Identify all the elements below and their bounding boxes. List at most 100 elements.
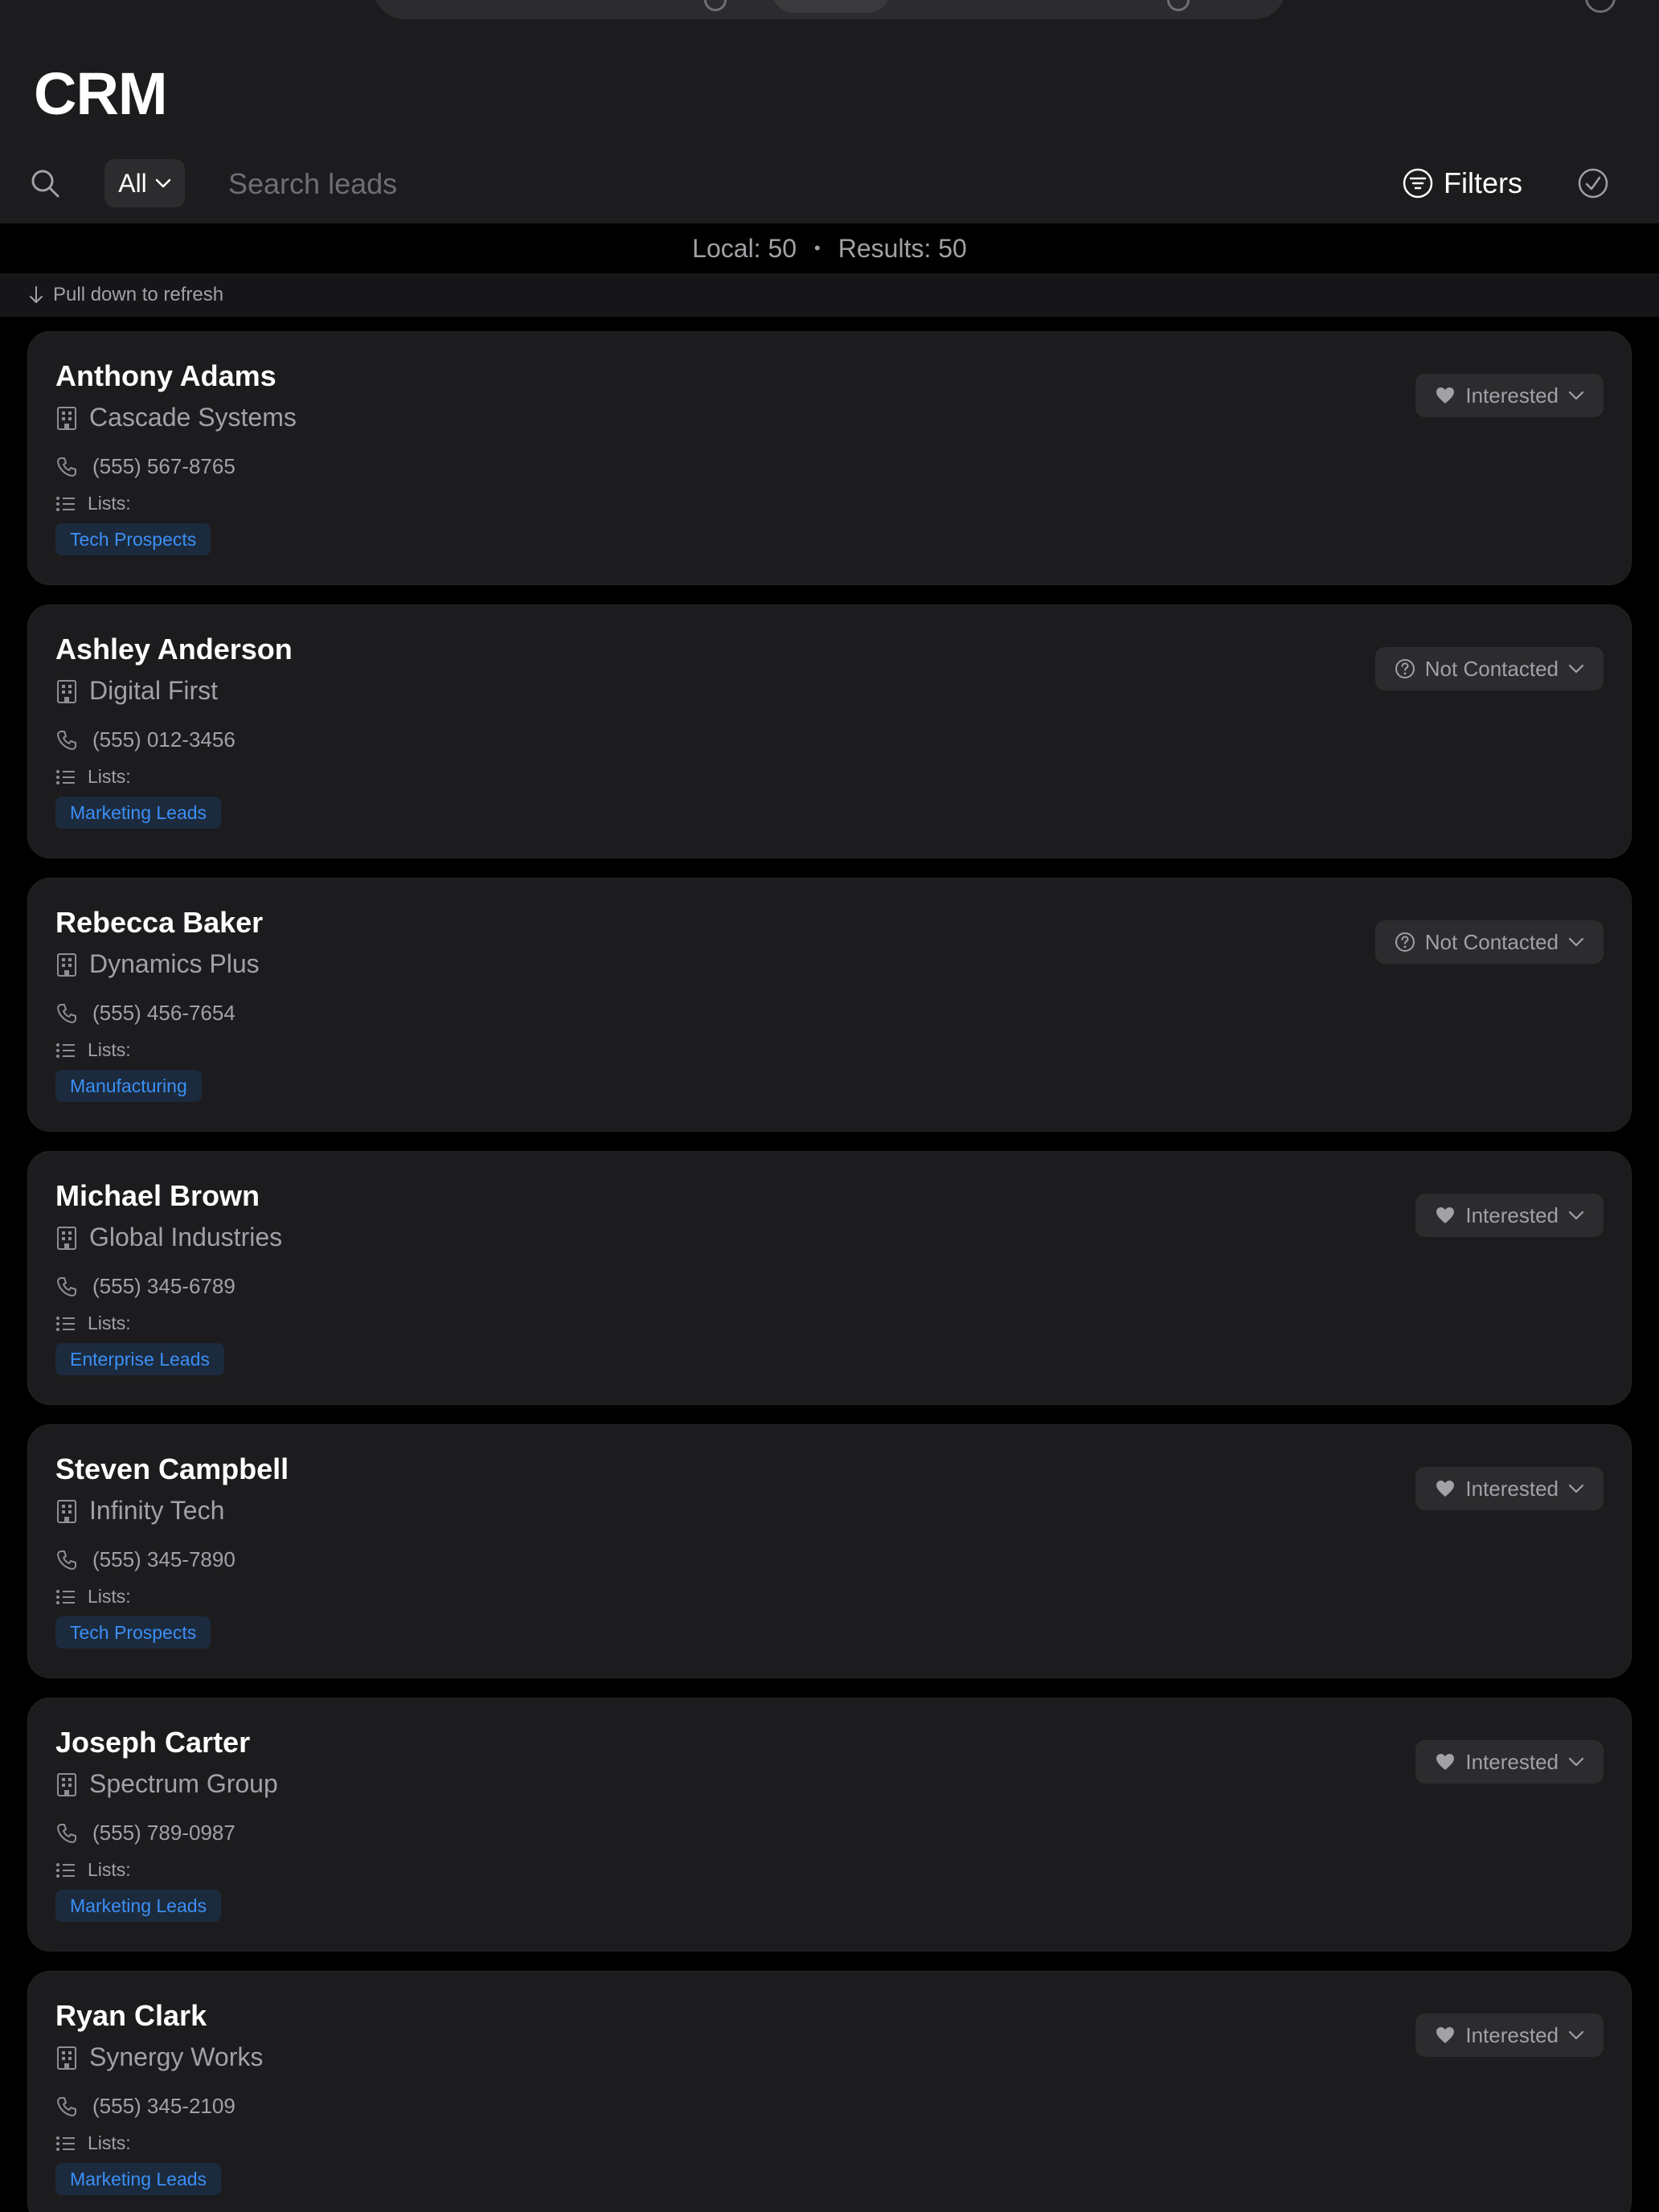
lead-name: Joseph Carter	[55, 1726, 251, 1759]
list-tag[interactable]: Tech Prospects	[55, 1616, 211, 1649]
lead-card[interactable]: Ashley Anderson Digital First (555) 012-…	[27, 604, 1632, 858]
company-name: Infinity Tech	[89, 1496, 225, 1525]
lead-phone[interactable]: (555) 456-7654	[55, 1001, 236, 1026]
status-dropdown[interactable]: Interested	[1415, 2013, 1604, 2057]
lists-label: Lists:	[88, 493, 131, 514]
lead-phone[interactable]: (555) 345-7890	[55, 1547, 236, 1572]
lead-lists: Lists:	[55, 2132, 131, 2154]
lead-phone[interactable]: (555) 345-6789	[55, 1274, 236, 1299]
lead-card[interactable]: Anthony Adams Cascade Systems (555) 567-…	[27, 331, 1632, 585]
status-dropdown[interactable]: Interested	[1415, 374, 1604, 417]
lead-phone[interactable]: (555) 567-8765	[55, 454, 236, 479]
crm-screen: CRM All Filters	[0, 0, 1659, 2212]
list-tag[interactable]: Enterprise Leads	[55, 1343, 224, 1375]
list-icon	[55, 769, 76, 785]
lead-name: Ashley Anderson	[55, 633, 293, 666]
heart-icon	[1435, 1752, 1456, 1772]
list-tag[interactable]: Marketing Leads	[55, 1890, 222, 1922]
chevron-down-icon	[1568, 1210, 1584, 1221]
phone-number: (555) 456-7654	[92, 1001, 236, 1025]
search-input[interactable]	[227, 161, 953, 207]
lead-phone[interactable]: (555) 012-3456	[55, 727, 236, 752]
status-label: Interested	[1465, 383, 1559, 408]
lead-list: Anthony Adams Cascade Systems (555) 567-…	[27, 331, 1632, 2212]
lists-label: Lists:	[88, 2132, 131, 2153]
results-summary: Local: 50 • Results: 50	[0, 223, 1659, 273]
select-button[interactable]	[1577, 167, 1609, 199]
lead-company: Cascade Systems	[55, 403, 297, 432]
phone-icon	[55, 1822, 78, 1845]
lead-name: Steven Campbell	[55, 1452, 289, 1485]
lead-company: Infinity Tech	[55, 1496, 224, 1526]
list-tag[interactable]: Tech Prospects	[55, 523, 211, 555]
status-dropdown[interactable]: Interested	[1415, 1740, 1604, 1784]
status-dropdown[interactable]: Not Contacted	[1374, 647, 1604, 690]
list-tag[interactable]: Marketing Leads	[55, 2163, 222, 2195]
lead-lists: Lists:	[55, 1586, 131, 1608]
chevron-down-icon	[155, 178, 171, 189]
chevron-down-icon	[1568, 390, 1584, 401]
phone-number: (555) 345-7890	[92, 1547, 236, 1571]
building-icon	[55, 1498, 78, 1524]
building-icon	[55, 952, 78, 977]
tab-bar-active-item[interactable]	[772, 0, 891, 13]
lists-label: Lists:	[88, 1859, 131, 1880]
list-icon	[55, 496, 76, 512]
lead-lists: Lists:	[55, 766, 131, 788]
search-icon	[29, 167, 61, 199]
building-icon	[55, 1772, 78, 1797]
lead-card[interactable]: Rebecca Baker Dynamics Plus (555) 456-76…	[27, 878, 1632, 1132]
heart-icon	[1435, 2026, 1456, 2045]
list-tag[interactable]: Manufacturing	[55, 1070, 202, 1102]
phone-number: (555) 345-2109	[92, 2094, 236, 2118]
header: CRM All Filters	[0, 0, 1659, 223]
phone-icon	[55, 456, 78, 478]
status-dropdown[interactable]: Interested	[1415, 1194, 1604, 1237]
status-label: Interested	[1465, 1202, 1559, 1227]
lead-card[interactable]: Ryan Clark Synergy Works (555) 345-2109 …	[27, 1971, 1632, 2212]
list-icon	[55, 2136, 76, 2152]
phone-icon	[55, 729, 78, 752]
list-tag[interactable]: Marketing Leads	[55, 797, 222, 829]
status-dropdown[interactable]: Not Contacted	[1374, 920, 1604, 964]
lead-card[interactable]: Steven Campbell Infinity Tech (555) 345-…	[27, 1424, 1632, 1678]
lead-name: Rebecca Baker	[55, 906, 264, 939]
company-name: Spectrum Group	[89, 1769, 278, 1798]
scope-label: All	[118, 168, 147, 198]
list-icon	[55, 1589, 76, 1605]
building-icon	[55, 2045, 78, 2071]
status-label: Interested	[1465, 1476, 1559, 1501]
status-label: Interested	[1465, 2022, 1559, 2047]
phone-number: (555) 012-3456	[92, 727, 236, 752]
lead-card[interactable]: Joseph Carter Spectrum Group (555) 789-0…	[27, 1698, 1632, 1952]
lead-name: Ryan Clark	[55, 1999, 207, 2032]
list-icon	[55, 1043, 76, 1059]
lists-label: Lists:	[88, 766, 131, 787]
filter-icon	[1402, 167, 1434, 199]
arrow-down-icon	[27, 285, 45, 305]
lead-phone[interactable]: (555) 789-0987	[55, 1821, 236, 1845]
question-circle-icon	[1395, 932, 1415, 952]
scope-dropdown[interactable]: All	[104, 159, 185, 207]
lead-name: Michael Brown	[55, 1179, 260, 1212]
pull-to-refresh-hint: Pull down to refresh	[0, 273, 1659, 317]
filters-button[interactable]: Filters	[1402, 164, 1522, 203]
status-label: Not Contacted	[1424, 929, 1559, 954]
checkmark-circle-icon	[1577, 167, 1609, 199]
heart-icon	[1435, 386, 1456, 405]
chevron-down-icon	[1568, 936, 1584, 948]
lead-company: Global Industries	[55, 1223, 282, 1252]
refresh-hint-text: Pull down to refresh	[53, 284, 224, 305]
lead-lists: Lists:	[55, 493, 131, 514]
company-name: Dynamics Plus	[89, 949, 260, 978]
lead-company: Dynamics Plus	[55, 949, 260, 979]
chevron-down-icon	[1568, 2030, 1584, 2041]
lead-card[interactable]: Michael Brown Global Industries (555) 34…	[27, 1151, 1632, 1405]
lead-company: Spectrum Group	[55, 1769, 278, 1799]
profile-icon[interactable]	[1585, 0, 1616, 13]
status-dropdown[interactable]: Interested	[1415, 1467, 1604, 1510]
lists-label: Lists:	[88, 1586, 131, 1607]
status-label: Interested	[1465, 1749, 1559, 1774]
lead-phone[interactable]: (555) 345-2109	[55, 2094, 236, 2119]
lead-company: Synergy Works	[55, 2042, 263, 2072]
